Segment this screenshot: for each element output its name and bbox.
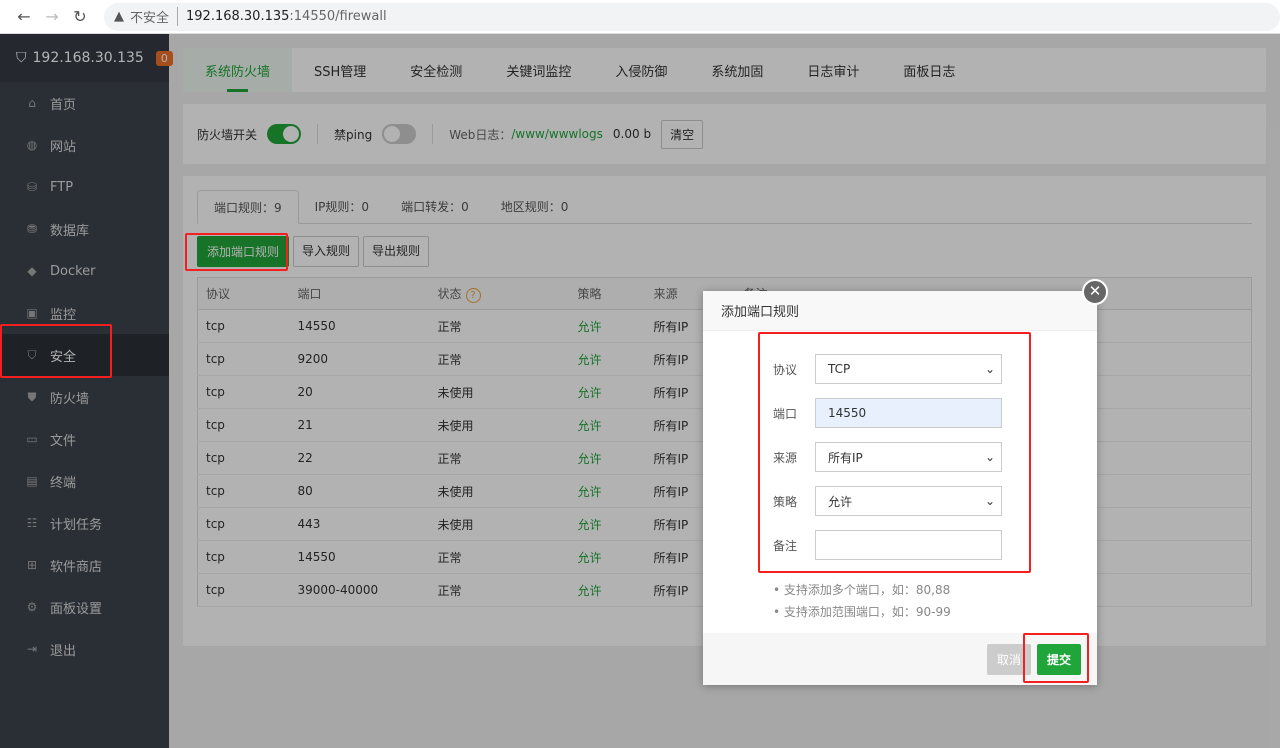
chevron-down-icon: ⌄ [984,362,995,376]
policy-label: 策略 [773,494,798,509]
tips-list: • 支持添加多个端口，如：80,88 • 支持添加范围端口，如：90-99 [773,583,951,619]
forward-icon[interactable]: → [38,7,66,26]
close-icon[interactable]: ✕ [1082,279,1108,305]
port-label: 端口 [773,406,798,421]
highlight-box [0,324,112,378]
url-path: :14550/firewall [289,9,387,24]
address-bar[interactable]: ▲ 不安全 192.168.30.135:14550/firewall [104,2,1280,31]
chevron-down-icon: ⌄ [984,450,995,464]
source-label: 来源 [773,450,798,465]
highlight-box [1023,633,1089,683]
browser-toolbar: ← → ↻ ▲ 不安全 192.168.30.135:14550/firewal… [0,0,1280,34]
chevron-down-icon: ⌄ [984,494,995,508]
add-port-rule-dialog: 添加端口规则 ✕ 协议 TCP ⌄ 端口 14550 来源 所有IP ⌄ 策略 允许 ⌄ 备注… [703,279,1108,685]
insecure-label: 不安全 [130,7,179,26]
protocol-label: 协议 [773,362,798,377]
port-input[interactable]: 14550 [815,398,1002,428]
policy-select[interactable]: 允许 ⌄ [815,486,1002,516]
protocol-select[interactable]: TCP ⌄ [815,354,1002,384]
highlight-box [185,233,288,271]
source-select[interactable]: 所有IP ⌄ [815,442,1002,472]
url-host: 192.168.30.135 [186,9,290,24]
note-label: 备注 [773,538,798,553]
note-input[interactable] [815,530,1002,560]
reload-icon[interactable]: ↻ [66,7,94,26]
warning-icon: ▲ [114,9,124,24]
back-icon[interactable]: ← [10,7,38,26]
dialog-title: 添加端口规则 [703,291,1097,331]
